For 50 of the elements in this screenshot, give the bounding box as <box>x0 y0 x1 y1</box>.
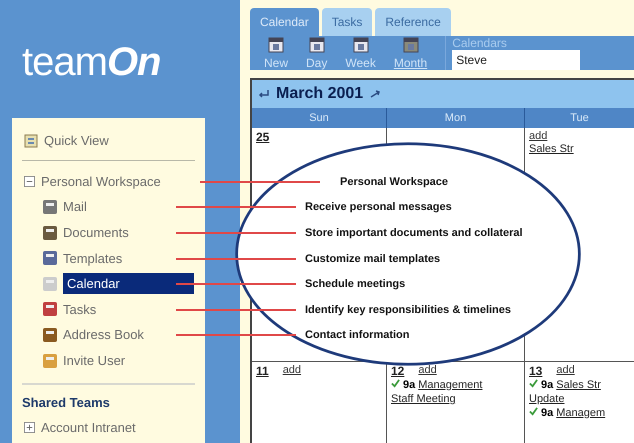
check-icon <box>391 379 400 388</box>
check-icon <box>529 407 538 416</box>
sidebar-item[interactable]: Address Book <box>63 327 144 342</box>
event-time: 9a <box>541 407 554 419</box>
quick-view-link[interactable]: Quick View <box>44 133 109 148</box>
team-item[interactable]: Account Intranet <box>41 420 136 435</box>
date-link[interactable]: 13 <box>529 364 542 378</box>
logo: teamOn <box>21 39 162 86</box>
expand-icon[interactable] <box>24 422 35 433</box>
add-link[interactable]: add <box>282 364 302 378</box>
page-icon <box>24 134 38 148</box>
event-link[interactable]: Management <box>418 379 482 391</box>
callout-text: Personal Workspace <box>340 176 448 188</box>
previous-month-icon[interactable] <box>258 89 270 99</box>
sidebar-item[interactable]: Templates <box>63 250 122 266</box>
callout-text: Identify key responsibilities & timelines <box>305 304 512 316</box>
section-title: Shared Teams <box>21 394 111 412</box>
event-link[interactable]: Sales Str <box>556 379 601 391</box>
event-link[interactable]: Staff Meeting <box>391 393 456 405</box>
date-link[interactable]: 25 <box>256 130 270 144</box>
sidebar-item[interactable]: Invite User <box>63 353 126 368</box>
calendar-select[interactable]: Steve <box>452 50 580 70</box>
add-link[interactable]: add <box>418 364 437 378</box>
callout-text: Schedule meetings <box>305 278 406 290</box>
day-header: Mon <box>387 108 525 128</box>
callout-text: Customize mail templates <box>305 252 440 265</box>
day-header: Sun <box>252 108 387 128</box>
event-link[interactable]: Update <box>529 393 564 405</box>
add-link[interactable]: add <box>529 130 548 142</box>
event-time: 9a <box>541 379 554 391</box>
workspace-item[interactable]: Personal Workspace <box>41 174 161 189</box>
event-link[interactable]: Sales Str <box>529 143 574 155</box>
day-header: Tue <box>525 108 634 128</box>
callout-text: Contact information <box>305 329 410 342</box>
next-month-icon[interactable] <box>369 89 382 99</box>
month-title: March 2001 <box>276 85 364 103</box>
date-link[interactable]: 12 <box>391 364 404 378</box>
add-link[interactable]: add <box>556 364 575 378</box>
sidebar-item[interactable]: Mail <box>63 199 87 214</box>
event-time: 9a <box>403 379 416 391</box>
sidebar-item[interactable]: Tasks <box>63 302 96 317</box>
calendars-label: Calendars <box>452 36 508 50</box>
callout-text: Store important documents and collateral <box>305 226 523 239</box>
event-link[interactable]: Managem <box>556 407 606 419</box>
check-icon <box>529 379 538 388</box>
callout-text: Receive personal messages <box>305 201 452 214</box>
sidebar-item[interactable]: Documents <box>63 225 129 240</box>
sidebar-item[interactable]: Calendar <box>63 273 194 294</box>
date-link[interactable]: 11 <box>256 364 269 378</box>
collapse-icon[interactable] <box>24 176 35 187</box>
